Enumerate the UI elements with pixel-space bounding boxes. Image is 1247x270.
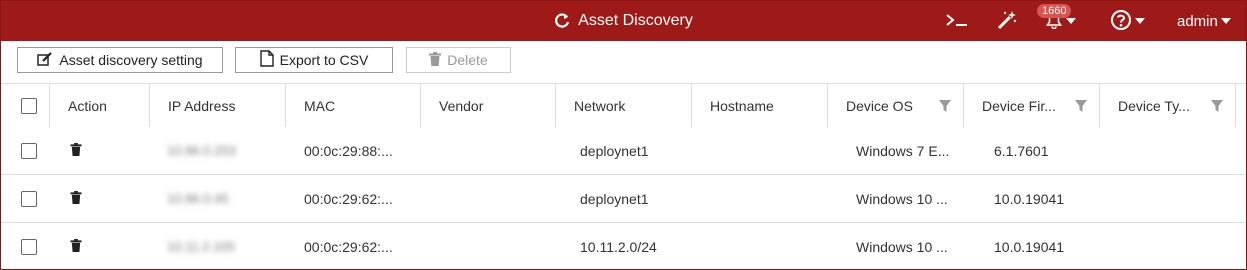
device-os-cell: Windows 10 ...	[856, 238, 948, 255]
export-csv-label: Export to CSV	[279, 52, 369, 68]
column-label: Vendor	[439, 97, 484, 114]
filter-icon[interactable]	[1075, 99, 1087, 115]
row-select-cell	[21, 127, 37, 174]
magic-wand-icon	[996, 9, 1018, 34]
select-all-checkbox[interactable]	[21, 97, 37, 114]
trash-icon	[70, 190, 82, 207]
user-name: admin	[1177, 12, 1218, 30]
device-os-cell: Windows 7 E...	[856, 142, 950, 159]
column-header-device-type[interactable]: Device Ty...	[1099, 84, 1235, 127]
device-firmware-cell: 10.0.19041	[994, 238, 1065, 255]
terminal-icon	[945, 12, 969, 31]
delete-label: Delete	[447, 52, 488, 68]
select-all-cell	[1, 84, 49, 127]
chevron-down-icon	[1220, 18, 1231, 24]
chevron-down-icon	[1135, 18, 1145, 24]
network-cell: deploynet1	[580, 142, 649, 159]
cli-console-button[interactable]	[945, 1, 969, 41]
mac-cell: 00:0c:29:88:...	[304, 142, 393, 159]
column-header-device-firmware[interactable]: Device Fir...	[963, 84, 1099, 127]
wizard-button[interactable]	[996, 1, 1018, 41]
table-row[interactable]: 10.96.0.253 00:0c:29:88:... deploynet1 W…	[1, 127, 1246, 175]
trash-icon	[70, 142, 82, 159]
column-header-mac[interactable]: MAC	[285, 84, 420, 127]
toolbar: Asset discovery setting Export to CSV De…	[1, 41, 1246, 84]
asset-discovery-setting-button[interactable]: Asset discovery setting	[17, 47, 223, 73]
network-cell: 10.11.2.0/24	[580, 238, 657, 255]
column-label: Hostname	[710, 97, 774, 114]
column-label: Device OS	[846, 97, 913, 114]
table-row[interactable]: 10.96.0.45 00:0c:29:62:... deploynet1 Wi…	[1, 175, 1246, 223]
row-select-cell	[21, 223, 37, 269]
row-select-cell	[21, 175, 37, 222]
refresh-icon[interactable]	[554, 13, 578, 29]
ip-address-cell: 10.11.2.100	[167, 239, 235, 254]
trash-icon	[70, 238, 82, 255]
top-header-bar: Asset Discovery 1660 admin	[1, 1, 1246, 41]
filter-icon[interactable]	[1211, 99, 1223, 115]
chevron-down-icon	[1066, 18, 1076, 24]
column-header-hostname[interactable]: Hostname	[691, 84, 827, 127]
user-menu-button[interactable]: admin	[1177, 1, 1231, 41]
device-firmware-cell: 6.1.7601	[994, 142, 1049, 159]
delete-row-button[interactable]	[70, 175, 82, 222]
scrollbar-gutter	[1235, 84, 1246, 127]
help-icon	[1110, 9, 1132, 34]
column-label: MAC	[304, 97, 336, 114]
network-cell: deploynet1	[580, 190, 649, 207]
filter-icon[interactable]	[939, 99, 951, 115]
ip-address-cell: 10.96.0.45	[167, 191, 229, 206]
mac-cell: 00:0c:29:62:...	[304, 238, 393, 255]
notification-count-badge: 1660	[1037, 4, 1072, 18]
column-header-ip-address[interactable]: IP Address	[149, 84, 285, 127]
table-row[interactable]: 10.11.2.100 00:0c:29:62:... 10.11.2.0/24…	[1, 223, 1246, 269]
row-checkbox[interactable]	[21, 238, 37, 255]
edit-icon	[37, 51, 59, 69]
row-checkbox[interactable]	[21, 190, 37, 207]
trash-icon	[429, 51, 447, 69]
mac-cell: 00:0c:29:62:...	[304, 190, 393, 207]
page-title-text: Asset Discovery	[578, 12, 693, 29]
delete-row-button[interactable]	[70, 127, 82, 174]
column-header-action[interactable]: Action	[49, 84, 149, 127]
column-header-device-os[interactable]: Device OS	[827, 84, 963, 127]
column-header-vendor[interactable]: Vendor	[420, 84, 555, 127]
asset-discovery-window: Asset Discovery 1660 admin Asset discove…	[0, 0, 1247, 270]
export-csv-button[interactable]: Export to CSV	[235, 47, 393, 73]
column-label: Device Ty...	[1118, 97, 1190, 114]
column-header-network[interactable]: Network	[555, 84, 691, 127]
ip-address-cell: 10.96.0.253	[167, 143, 236, 158]
column-label: Action	[68, 97, 107, 114]
asset-discovery-setting-label: Asset discovery setting	[59, 52, 203, 68]
column-label: Device Fir...	[982, 97, 1056, 114]
column-label: IP Address	[168, 97, 236, 114]
delete-button[interactable]: Delete	[406, 47, 511, 73]
file-icon	[259, 50, 280, 70]
row-checkbox[interactable]	[21, 142, 37, 159]
delete-row-button[interactable]	[70, 223, 82, 269]
help-menu-button[interactable]	[1110, 1, 1145, 41]
table-header: Action IP Address MAC Vendor Network Hos…	[1, 84, 1246, 128]
device-os-cell: Windows 10 ...	[856, 190, 948, 207]
column-label: Network	[574, 97, 626, 114]
device-firmware-cell: 10.0.19041	[994, 190, 1065, 207]
